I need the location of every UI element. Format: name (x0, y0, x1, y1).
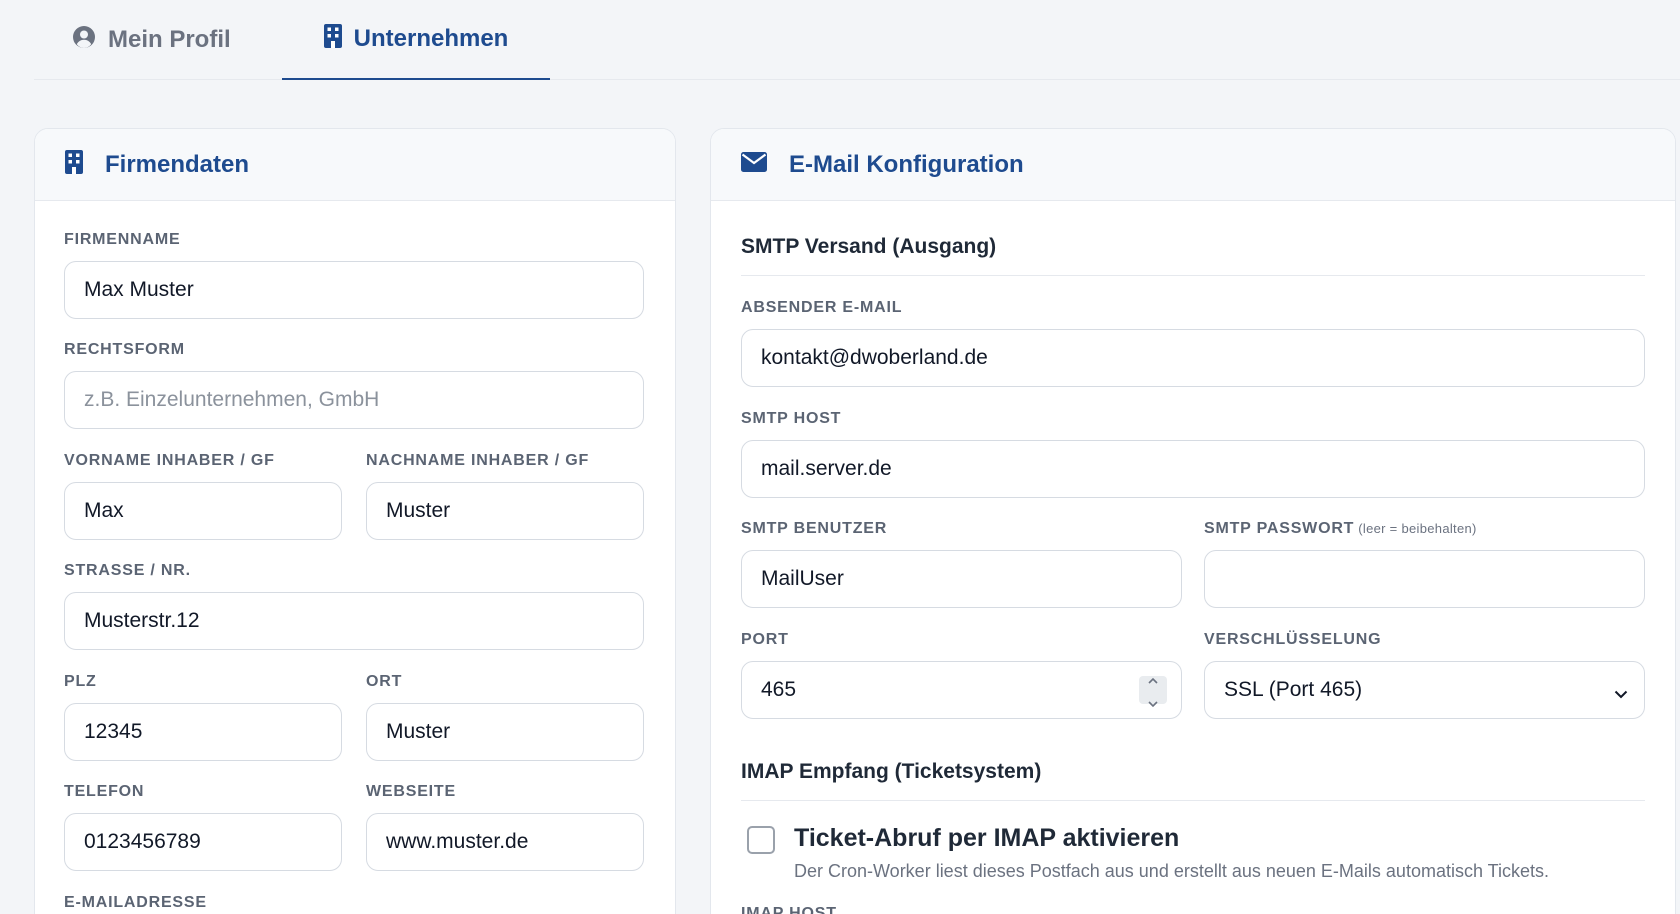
section-divider (741, 275, 1645, 276)
imap-enable-checkbox[interactable] (747, 826, 775, 854)
nachname-label: NACHNAME INHABER / GF (366, 452, 590, 469)
card-title: E-Mail Konfiguration (789, 150, 1024, 178)
building-icon (323, 23, 342, 55)
smtp-host-label: SMTP HOST (741, 410, 842, 427)
smtp-user-label: SMTP BENUTZER (741, 520, 888, 537)
smtp-password-input[interactable] (1204, 550, 1645, 608)
imap-host-label: IMAP HOST (741, 905, 837, 914)
envelope-icon (741, 152, 767, 177)
sender-email-input[interactable]: kontakt@dwoberland.de (741, 329, 1645, 387)
telefon-input[interactable]: 0123456789 (64, 813, 342, 871)
rechtsform-input[interactable]: z.B. Einzelunternehmen, GmbH (64, 371, 644, 429)
port-stepper[interactable] (1139, 676, 1167, 708)
firmenname-label: FIRMENNAME (64, 231, 181, 248)
firmenname-input[interactable]: Max Muster (64, 261, 644, 319)
tab-label: Mein Profil (108, 26, 231, 53)
chevron-down-icon (1614, 681, 1628, 705)
email-label: E-MAILADRESSE (64, 894, 207, 911)
building-icon (65, 150, 83, 179)
sender-email-label: ABSENDER E-MAIL (741, 299, 903, 316)
tab-label: Unternehmen (353, 25, 509, 52)
smtp-host-input[interactable]: mail.server.de (741, 440, 1645, 498)
ort-label: ORT (366, 673, 403, 690)
webseite-label: WEBSEITE (366, 783, 456, 800)
plz-input[interactable]: 12345 (64, 703, 342, 761)
smtp-password-hint: (leer = beibehalten) (1358, 521, 1477, 536)
plz-label: PLZ (64, 673, 97, 690)
stepper-down-icon (1148, 690, 1158, 714)
tab-bar: Mein Profil Unternehmen (34, 0, 1680, 80)
company-data-card: Firmendaten FIRMENNAME Max Muster RECHTS… (34, 128, 676, 914)
imap-section-title: IMAP Empfang (Ticketsystem) (741, 760, 1042, 783)
tab-unternehmen[interactable]: Unternehmen (282, 0, 550, 80)
card-title: Firmendaten (105, 150, 250, 178)
vorname-label: VORNAME INHABER / GF (64, 452, 275, 469)
nachname-input[interactable]: Muster (366, 482, 644, 540)
smtp-user-input[interactable]: MailUser (741, 550, 1182, 608)
port-input[interactable]: 465 (741, 661, 1182, 719)
tab-mein-profil[interactable]: Mein Profil (72, 0, 286, 80)
port-label: PORT (741, 631, 789, 648)
card-header: E-Mail Konfiguration (711, 129, 1675, 201)
vorname-input[interactable]: Max (64, 482, 342, 540)
strasse-label: STRASSE / NR. (64, 562, 191, 579)
stepper-up-icon (1148, 666, 1158, 690)
section-divider (741, 800, 1645, 801)
encryption-value: SSL (Port 465) (1224, 678, 1363, 701)
smtp-password-label-text: SMTP PASSWORT (1204, 520, 1355, 537)
card-header: Firmendaten (35, 129, 675, 201)
smtp-password-label: SMTP PASSWORT (leer = beibehalten) (1204, 520, 1477, 538)
email-config-card: E-Mail Konfiguration SMTP Versand (Ausga… (710, 128, 1676, 914)
ort-input[interactable]: Muster (366, 703, 644, 761)
webseite-input[interactable]: www.muster.de (366, 813, 644, 871)
smtp-section-title: SMTP Versand (Ausgang) (741, 235, 997, 258)
imap-enable-description: Der Cron-Worker liest dieses Postfach au… (794, 861, 1549, 881)
imap-enable-label[interactable]: Ticket-Abruf per IMAP aktivieren (794, 824, 1179, 853)
strasse-input[interactable]: Musterstr.12 (64, 592, 644, 650)
encryption-label: VERSCHLÜSSELUNG (1204, 631, 1382, 648)
encryption-select[interactable]: SSL (Port 465) (1204, 661, 1645, 719)
user-circle-icon (72, 25, 96, 56)
port-value: 465 (761, 678, 797, 701)
telefon-label: TELEFON (64, 783, 145, 800)
rechtsform-label: RECHTSFORM (64, 341, 185, 358)
